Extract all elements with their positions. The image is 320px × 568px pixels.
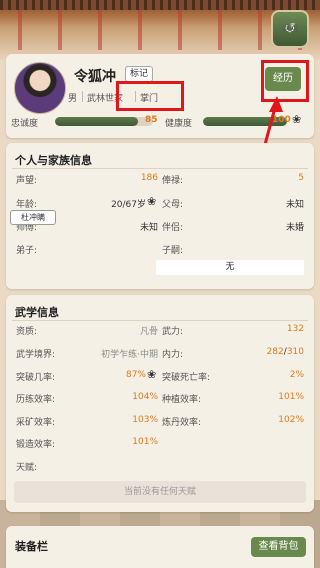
section-divider bbox=[12, 168, 308, 169]
heir-label: 子嗣: bbox=[162, 246, 184, 256]
talent-empty-box: 当前没有任何天赋 bbox=[14, 481, 306, 503]
age-label: 年龄: bbox=[16, 200, 38, 210]
death-rate-value: 2% bbox=[289, 370, 304, 380]
plant-value: 101% bbox=[278, 392, 304, 402]
mine-value: 103% bbox=[132, 415, 158, 425]
prestige-value: 186 bbox=[140, 173, 158, 183]
breakthrough-flower-icon[interactable]: ❀ bbox=[147, 368, 156, 381]
age-value: 20/67岁 bbox=[111, 200, 146, 210]
salary-label: 俸禄: bbox=[162, 176, 184, 186]
aptitude-label: 资质: bbox=[16, 327, 38, 337]
realm-value: 初学乍练·中期 bbox=[101, 350, 158, 360]
death-rate-label: 突破死亡率: bbox=[162, 373, 211, 383]
arrow-head bbox=[269, 96, 283, 112]
inner-value-max: 310 bbox=[286, 347, 304, 357]
martial-section-title: 武学信息 bbox=[15, 306, 59, 319]
equipment-section-title: 装备栏 bbox=[15, 540, 48, 553]
master-value: 未知 bbox=[139, 223, 158, 233]
alchemy-value: 102% bbox=[278, 415, 304, 425]
disciple-label: 弟子: bbox=[16, 246, 38, 256]
train-value: 104% bbox=[132, 392, 158, 402]
heir-value: 无 bbox=[156, 260, 304, 275]
train-label: 历练效率: bbox=[16, 395, 56, 405]
inner-value-current: 282 bbox=[266, 347, 284, 357]
force-label: 武力: bbox=[162, 327, 184, 337]
disciple-name-button[interactable]: 杜冲瞒 bbox=[10, 210, 56, 225]
talent-label: 天赋: bbox=[16, 463, 38, 473]
personal-section-title: 个人与家族信息 bbox=[15, 154, 92, 167]
section-divider bbox=[12, 320, 308, 321]
inner-label: 内力: bbox=[162, 350, 184, 360]
aptitude-value: 凡骨 bbox=[139, 327, 158, 337]
force-value: 132 bbox=[286, 324, 304, 334]
alchemy-label: 炼丹效率: bbox=[162, 418, 202, 428]
breakthrough-value: 87% bbox=[125, 370, 146, 380]
salary-value: 5 bbox=[298, 173, 304, 183]
inner-value: 282/310 bbox=[246, 347, 304, 357]
realm-label: 武学境界: bbox=[16, 350, 56, 360]
forge-label: 锻造效率: bbox=[16, 440, 56, 450]
mine-label: 采矿效率: bbox=[16, 418, 56, 428]
prestige-label: 声望: bbox=[16, 176, 38, 186]
partner-value: 未婚 bbox=[285, 223, 304, 233]
plant-label: 种植效率: bbox=[162, 395, 202, 405]
parents-value: 未知 bbox=[285, 200, 304, 210]
forge-value: 101% bbox=[132, 437, 158, 447]
view-bag-button[interactable]: 查看背包 bbox=[251, 537, 306, 557]
breakthrough-label: 突破几率: bbox=[16, 373, 56, 383]
martial-card: 武学信息 资质: 凡骨 武力: 132 武学境界: 初学乍练·中期 内力: 28… bbox=[6, 295, 314, 512]
age-flower-icon[interactable]: ❀ bbox=[147, 195, 156, 208]
partner-label: 伴侣: bbox=[162, 223, 184, 233]
parents-label: 父母: bbox=[162, 200, 184, 210]
